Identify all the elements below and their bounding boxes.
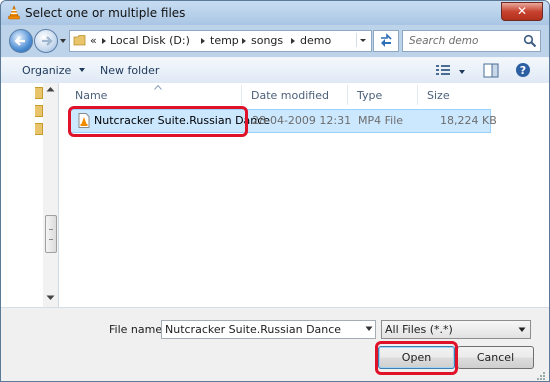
close-icon: ✕ (516, 4, 528, 18)
chevron-right-icon[interactable] (102, 38, 106, 44)
view-options-icon[interactable] (435, 63, 451, 77)
forward-button[interactable] (34, 29, 58, 53)
column-divider[interactable] (417, 85, 418, 105)
open-button[interactable]: Open (378, 346, 455, 369)
refresh-button[interactable] (373, 30, 399, 52)
file-list[interactable]: Name Date modified Type Size Nutcracker … (59, 83, 549, 307)
folder-icon[interactable] (35, 105, 43, 117)
search-placeholder: Search demo (409, 35, 479, 47)
grip-icon (49, 229, 53, 240)
breadcrumb-songs[interactable]: songs (251, 34, 283, 47)
forward-arrow-icon (42, 36, 53, 46)
navigation-row: « Local Disk (D:) temp songs demo Search… (1, 25, 549, 57)
back-button[interactable] (9, 29, 33, 53)
new-folder-button[interactable]: New folder (100, 64, 159, 77)
file-name-label: File name: (109, 323, 166, 336)
file-type-value: All Files (*.*) (385, 323, 453, 336)
file-size: 18,224 KB (440, 114, 497, 127)
column-divider[interactable] (241, 85, 242, 105)
preview-pane-icon[interactable] (483, 63, 499, 78)
vertical-scrollbar[interactable] (43, 83, 58, 307)
file-name-value: Nutcracker Suite.Russian Dance (165, 323, 342, 336)
column-divider[interactable] (347, 85, 348, 105)
window-title: Select one or multiple files (25, 6, 186, 20)
file-name: Nutcracker Suite.Russian Dance (94, 114, 271, 127)
chevron-down-icon[interactable] (365, 326, 373, 332)
scroll-down-icon[interactable] (46, 295, 55, 301)
address-history-dropdown[interactable] (356, 33, 369, 47)
chevron-down-icon (518, 327, 526, 332)
dialog-footer: File name: Nutcracker Suite.Russian Danc… (1, 307, 549, 381)
command-toolbar: Organize New folder ? (1, 57, 549, 84)
column-header-date-modified[interactable]: Date modified (251, 89, 329, 102)
breadcrumb-temp[interactable]: temp (210, 34, 239, 47)
back-arrow-icon (14, 36, 25, 46)
navigation-pane[interactable] (1, 83, 59, 307)
chevron-down-icon (78, 68, 85, 72)
video-file-icon (78, 113, 90, 128)
column-header-size[interactable]: Size (427, 89, 450, 102)
chevron-down-icon[interactable] (458, 68, 466, 76)
help-icon[interactable]: ? (515, 62, 531, 78)
chevron-right-icon[interactable] (201, 38, 205, 44)
folder-icon[interactable] (35, 123, 43, 135)
breadcrumb-demo[interactable]: demo (300, 34, 331, 47)
chevron-right-icon[interactable] (242, 38, 246, 44)
file-type-select[interactable]: All Files (*.*) (381, 320, 531, 339)
svg-text:?: ? (520, 64, 526, 77)
column-header-name[interactable]: Name (75, 89, 107, 102)
title-bar[interactable]: Select one or multiple files ✕ (1, 1, 549, 25)
chevron-down-icon (360, 39, 366, 42)
cancel-button[interactable]: Cancel (457, 346, 534, 369)
address-bar[interactable]: « Local Disk (D:) temp songs demo (69, 30, 372, 52)
organize-menu[interactable]: Organize (22, 64, 86, 77)
file-name-field[interactable]: Nutcracker Suite.Russian Dance (161, 320, 376, 339)
vlc-cone-icon (8, 5, 20, 20)
column-header-type[interactable]: Type (357, 89, 382, 102)
close-button[interactable]: ✕ (501, 2, 543, 21)
recent-pages-dropdown[interactable] (59, 37, 67, 45)
resize-grip-icon[interactable] (536, 371, 546, 381)
folder-icon (73, 35, 86, 46)
scroll-up-icon[interactable] (46, 86, 55, 92)
file-type: MP4 File (358, 114, 404, 127)
breadcrumb-overflow[interactable]: « (90, 34, 97, 47)
breadcrumb-local-disk[interactable]: Local Disk (D:) (110, 34, 190, 47)
file-row[interactable]: Nutcracker Suite.Russian Dance 28-04-200… (69, 109, 497, 133)
chevron-right-icon[interactable] (291, 38, 295, 44)
sort-ascending-icon (154, 85, 162, 90)
search-box[interactable]: Search demo (402, 30, 541, 52)
refresh-icon (381, 33, 392, 47)
organize-label: Organize (22, 64, 72, 77)
file-open-dialog: Select one or multiple files ✕ « Local D… (0, 0, 550, 382)
search-icon[interactable] (523, 34, 537, 48)
folder-icon[interactable] (35, 87, 43, 99)
file-date-modified: 28-04-2009 12:31 (252, 114, 352, 127)
scroll-thumb[interactable] (45, 215, 57, 253)
